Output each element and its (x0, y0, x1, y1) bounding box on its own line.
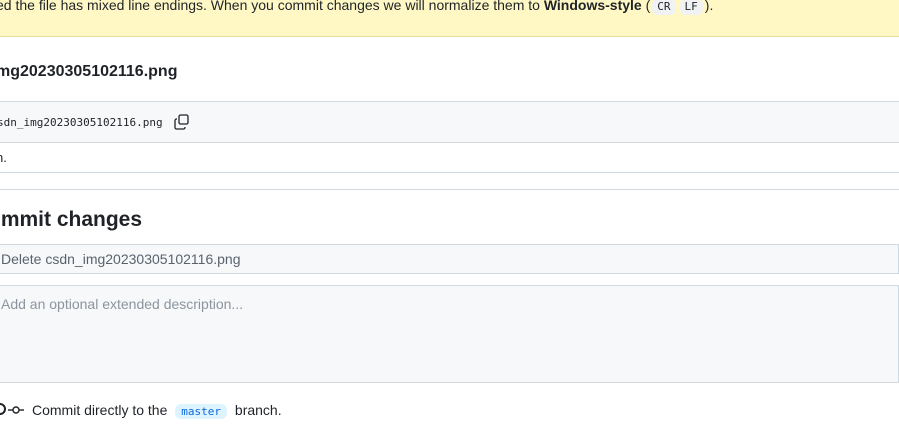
commit-description-textarea[interactable] (0, 285, 899, 383)
banner-text-start: ed the file has mixed line endings. When… (0, 0, 544, 13)
section-divider (0, 189, 899, 190)
radio-commit-direct[interactable] (0, 403, 6, 415)
branch-name-badge: master (175, 404, 228, 419)
next-option-cutoff (0, 428, 899, 440)
banner-message: ed the file has mixed line endings. When… (0, 0, 713, 15)
banner-open-paren: ( (641, 0, 651, 13)
commit-direct-option[interactable]: Commit directly to the master branch. (0, 400, 899, 420)
banner-style-name: Windows-style (543, 0, 642, 13)
git-commit-icon (8, 406, 24, 414)
kbd-cr: CR (652, 0, 676, 15)
commit-direct-prefix: Commit directly to the (32, 402, 168, 418)
commit-direct-suffix: branch. (234, 402, 282, 418)
file-title: mg20230305102116.png (0, 63, 178, 80)
line-endings-warning-banner: ed the file has mixed line endings. When… (0, 0, 899, 37)
commit-changes-heading: ommit changes (0, 208, 143, 231)
kbd-lf: LF (679, 0, 703, 15)
banner-close: ). (704, 0, 714, 13)
file-header: sdn_img20230305102116.png (0, 102, 899, 143)
commit-direct-label: Commit directly to the master branch. (32, 402, 282, 419)
copy-icon[interactable] (173, 113, 191, 131)
commit-summary-input[interactable] (0, 244, 899, 274)
file-path: sdn_img20230305102116.png (0, 116, 163, 129)
file-body-text: n. (0, 150, 7, 165)
file-box: sdn_img20230305102116.png n. (0, 101, 899, 173)
